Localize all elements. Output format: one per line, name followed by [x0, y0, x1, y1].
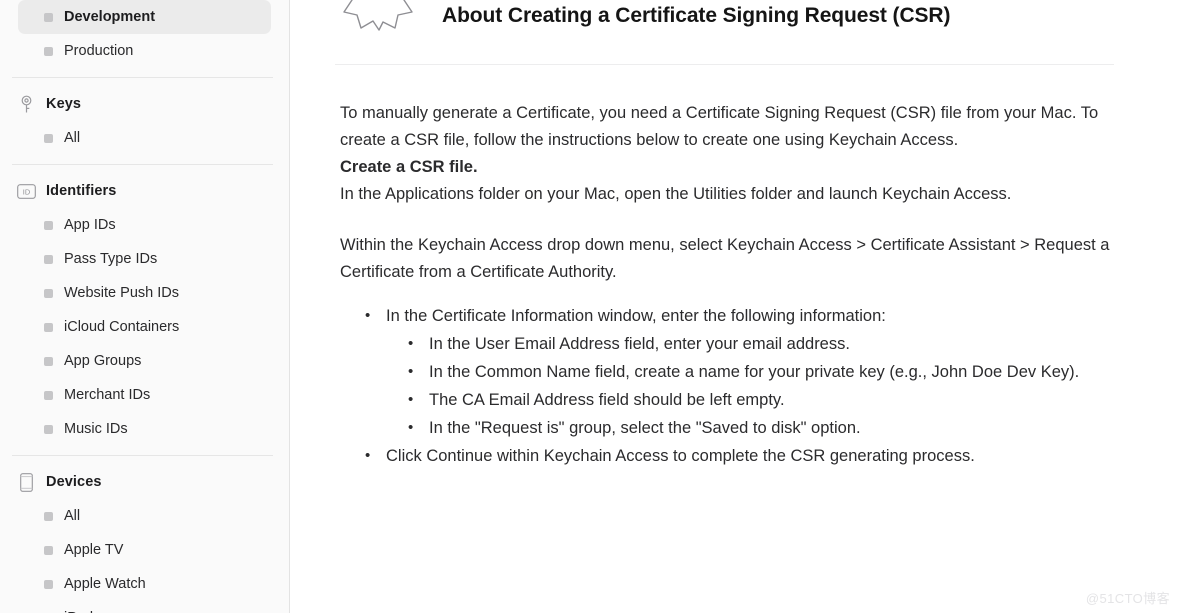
watermark: @51CTO博客	[1085, 591, 1170, 606]
article-text: To manually generate a Certificate, you …	[340, 100, 1115, 470]
square-bullet-icon	[44, 356, 53, 366]
list-item: In the Certificate Information window, e…	[365, 302, 1115, 442]
id-badge-icon: ID	[16, 181, 36, 201]
sidebar-item-app-groups[interactable]: App Groups	[18, 344, 271, 378]
sidebar-divider	[12, 77, 273, 78]
list-item-text: In the Common Name field, create a name …	[429, 363, 1080, 381]
device-phone-icon	[16, 472, 36, 492]
sidebar-item-icloud-containers[interactable]: iCloud Containers	[18, 310, 271, 344]
key-icon	[16, 94, 36, 114]
section-paragraph: In the Applications folder on your Mac, …	[340, 185, 1012, 203]
page-title: About Creating a Certificate Signing Req…	[442, 4, 951, 27]
square-bullet-icon	[44, 424, 53, 434]
square-bullet-icon	[44, 322, 53, 332]
main-content: About Creating a Certificate Signing Req…	[290, 0, 1184, 613]
sidebar-item-ipad[interactable]: iPad	[18, 601, 271, 613]
sidebar-header-label: Identifiers	[46, 183, 117, 199]
sidebar-item-music-ids[interactable]: Music IDs	[18, 412, 271, 446]
section-heading: Create a CSR file.	[340, 158, 478, 176]
svg-text:ID: ID	[22, 187, 29, 196]
sidebar-item-label: Pass Type IDs	[64, 251, 158, 267]
square-bullet-icon	[44, 12, 53, 22]
sidebar-item-label: Apple TV	[64, 542, 124, 558]
sidebar-item-website-push-ids[interactable]: Website Push IDs	[18, 276, 271, 310]
sidebar-item-merchant-ids[interactable]: Merchant IDs	[18, 378, 271, 412]
sidebar-header-label: Devices	[46, 474, 102, 490]
sidebar-item-label: Development	[64, 9, 156, 25]
square-bullet-icon	[44, 133, 53, 143]
sidebar-item-devices-all[interactable]: All	[18, 499, 271, 533]
square-bullet-icon	[44, 579, 53, 589]
instruction-list: In the Certificate Information window, e…	[340, 302, 1115, 470]
square-bullet-icon	[44, 511, 53, 521]
sidebar-header-identifiers[interactable]: ID Identifiers	[16, 174, 273, 208]
sidebar-scroll-area[interactable]: Development Production Keys All ID Ident…	[0, 0, 289, 613]
list-item: In the "Request is" group, select the "S…	[408, 414, 1115, 442]
sidebar-item-label: Apple Watch	[64, 576, 146, 592]
sidebar-item-apple-watch[interactable]: Apple Watch	[18, 567, 271, 601]
list-item-text: The CA Email Address field should be lef…	[429, 391, 785, 409]
sidebar-header-label: Keys	[46, 96, 82, 112]
instruction-sublist: In the User Email Address field, enter y…	[386, 330, 1115, 442]
list-item-text: Click Continue within Keychain Access to…	[386, 447, 975, 465]
certificate-seal-icon	[340, 0, 418, 32]
square-bullet-icon	[44, 254, 53, 264]
square-bullet-icon	[44, 220, 53, 230]
list-item-text: In the "Request is" group, select the "S…	[429, 419, 861, 437]
sidebar-item-label: App IDs	[64, 217, 116, 233]
list-item: In the User Email Address field, enter y…	[408, 330, 1115, 358]
sidebar-item-label: All	[64, 130, 81, 146]
square-bullet-icon	[44, 46, 53, 56]
sidebar-item-label: Music IDs	[64, 421, 128, 437]
list-item-text: In the User Email Address field, enter y…	[429, 335, 850, 353]
sidebar-item-label: Merchant IDs	[64, 387, 151, 403]
sidebar-item-label: iCloud Containers	[64, 319, 180, 335]
sidebar-divider	[12, 455, 273, 456]
sidebar-item-label: All	[64, 508, 81, 524]
square-bullet-icon	[44, 288, 53, 298]
sidebar-item-app-ids[interactable]: App IDs	[18, 208, 271, 242]
sidebar-group-identifiers: ID Identifiers App IDs Pass Type IDs Web…	[0, 174, 289, 446]
sidebar-item-development[interactable]: Development	[18, 0, 271, 34]
sidebar-group-certificates: Development Production	[0, 0, 289, 68]
list-item: In the Common Name field, create a name …	[408, 358, 1115, 386]
document-body: About Creating a Certificate Signing Req…	[290, 0, 1184, 470]
app-window: Development Production Keys All ID Ident…	[0, 0, 1184, 613]
sidebar-header-keys[interactable]: Keys	[16, 87, 273, 121]
sidebar-divider	[12, 164, 273, 165]
list-item-text: In the Certificate Information window, e…	[386, 307, 886, 325]
sidebar[interactable]: Development Production Keys All ID Ident…	[0, 0, 290, 613]
sidebar-item-production[interactable]: Production	[18, 34, 271, 68]
list-item: Click Continue within Keychain Access to…	[365, 442, 1115, 470]
sidebar-group-keys: Keys All	[0, 87, 289, 155]
sidebar-item-keys-all[interactable]: All	[18, 121, 271, 155]
sidebar-header-devices[interactable]: Devices	[16, 465, 273, 499]
header-divider	[335, 64, 1114, 65]
sidebar-item-apple-tv[interactable]: Apple TV	[18, 533, 271, 567]
intro-paragraph: To manually generate a Certificate, you …	[340, 104, 1099, 149]
menu-instruction-paragraph: Within the Keychain Access drop down men…	[340, 236, 1110, 281]
square-bullet-icon	[44, 390, 53, 400]
sidebar-group-devices: Devices All Apple TV Apple Watch iPad	[0, 465, 289, 613]
list-item: The CA Email Address field should be lef…	[408, 386, 1115, 414]
sidebar-item-label: Website Push IDs	[64, 285, 179, 301]
sidebar-item-label: Production	[64, 43, 134, 59]
square-bullet-icon	[44, 545, 53, 555]
sidebar-item-label: App Groups	[64, 353, 142, 369]
document-header: About Creating a Certificate Signing Req…	[340, 0, 1120, 31]
sidebar-item-pass-type-ids[interactable]: Pass Type IDs	[18, 242, 271, 276]
